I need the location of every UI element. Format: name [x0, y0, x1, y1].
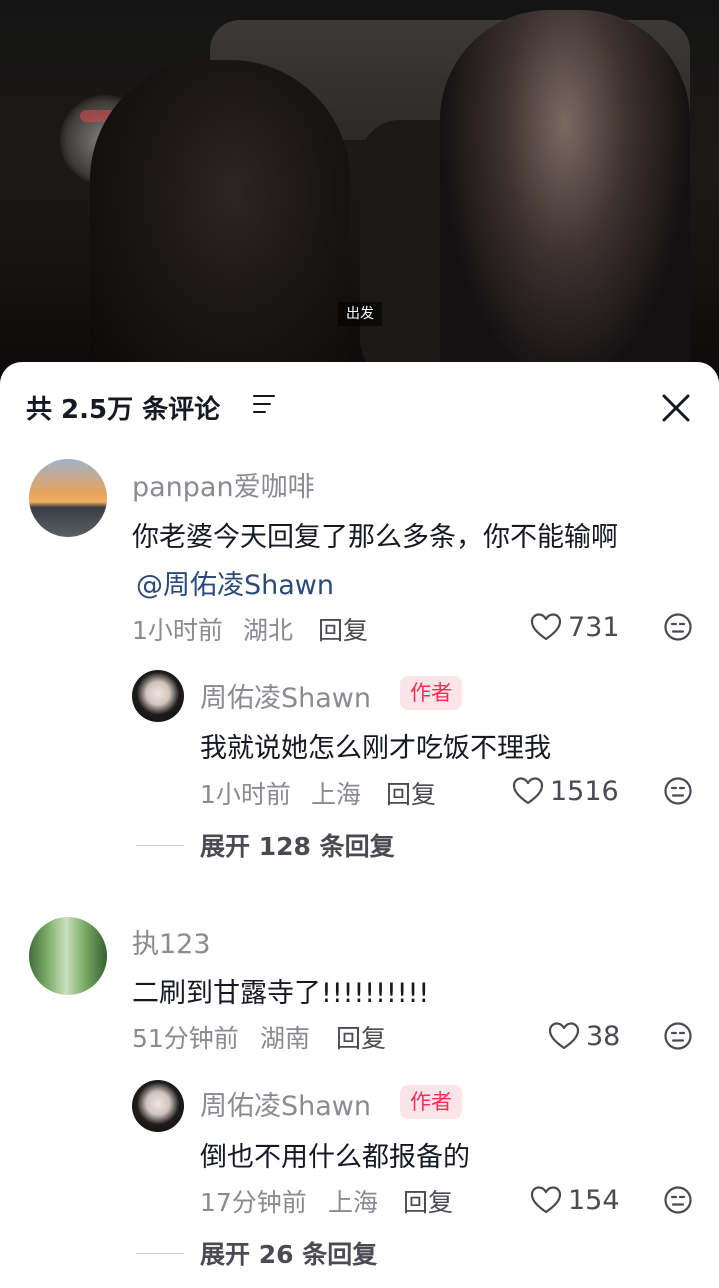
- like-count: 154: [568, 1184, 620, 1216]
- comment-sheet: 共 2.5万 条评论 panpan爱咖啡 你老婆今天回复了那么多条，你不能输啊 …: [0, 362, 719, 1288]
- reply-button[interactable]: 回复: [336, 1019, 386, 1055]
- dislike-icon[interactable]: [663, 1185, 693, 1215]
- expand-replies-button[interactable]: 展开 26 条回复: [136, 1235, 377, 1271]
- person-left: [90, 60, 350, 375]
- mention-link[interactable]: @周佑凌Shawn: [136, 563, 334, 602]
- dislike-icon[interactable]: [663, 776, 693, 806]
- comment-time: 51分钟前: [132, 1024, 239, 1053]
- like-count: 731: [568, 611, 620, 643]
- reply-time: 1小时前: [200, 780, 291, 809]
- reply-text: 我就说她怎么刚才吃饭不理我: [200, 733, 551, 764]
- heart-icon: [512, 777, 544, 805]
- comment-username[interactable]: 执123: [132, 922, 211, 961]
- sort-icon[interactable]: [253, 395, 277, 417]
- comment-location: 湖北: [243, 616, 294, 645]
- video-player[interactable]: 出发: [0, 0, 719, 375]
- expand-replies-label: 展开 26 条回复: [200, 1240, 378, 1269]
- comment-text: 你老婆今天回复了那么多条，你不能输啊: [132, 522, 618, 553]
- like-button[interactable]: 154: [530, 1182, 620, 1218]
- expand-replies-label: 展开 128 条回复: [200, 832, 395, 861]
- reply-text: 倒也不用什么都报备的: [200, 1142, 470, 1173]
- avatar[interactable]: [132, 670, 184, 722]
- like-count: 38: [586, 1020, 621, 1052]
- comment-text: 二刷到甘露寺了!!!!!!!!!!: [132, 978, 430, 1009]
- heart-icon: [530, 613, 562, 641]
- author-badge: 作者: [400, 676, 462, 710]
- comment-time: 1小时前: [132, 616, 223, 645]
- dislike-icon[interactable]: [663, 1021, 693, 1051]
- heart-icon: [548, 1022, 580, 1050]
- reply-username[interactable]: 周佑凌Shawn: [200, 1084, 371, 1123]
- reply-location: 上海: [328, 1188, 379, 1217]
- reply-button[interactable]: 回复: [318, 611, 368, 647]
- like-button[interactable]: 1516: [512, 773, 619, 809]
- comment-location: 湖南: [260, 1024, 311, 1053]
- expand-replies-button[interactable]: 展开 128 条回复: [136, 827, 395, 863]
- reply-time: 17分钟前: [200, 1188, 307, 1217]
- reply-username[interactable]: 周佑凌Shawn: [200, 676, 371, 715]
- reply-button[interactable]: 回复: [403, 1183, 453, 1219]
- comment-username[interactable]: panpan爱咖啡: [132, 465, 315, 504]
- avatar[interactable]: [29, 459, 107, 537]
- dislike-icon[interactable]: [663, 612, 693, 642]
- like-button[interactable]: 38: [548, 1018, 620, 1054]
- video-caption: 出发: [338, 302, 382, 326]
- close-icon[interactable]: [656, 388, 696, 428]
- reply-location: 上海: [311, 780, 362, 809]
- comment-count: 共 2.5万 条评论: [26, 395, 221, 425]
- heart-icon: [530, 1186, 562, 1214]
- comment-sheet-header: 共 2.5万 条评论: [0, 362, 719, 452]
- divider: [136, 844, 184, 846]
- person-right: [440, 10, 690, 375]
- avatar[interactable]: [29, 917, 107, 995]
- like-count: 1516: [550, 775, 619, 807]
- like-button[interactable]: 731: [530, 609, 620, 645]
- author-badge: 作者: [400, 1085, 462, 1119]
- divider: [136, 1252, 184, 1254]
- reply-button[interactable]: 回复: [386, 775, 436, 811]
- avatar[interactable]: [132, 1080, 184, 1132]
